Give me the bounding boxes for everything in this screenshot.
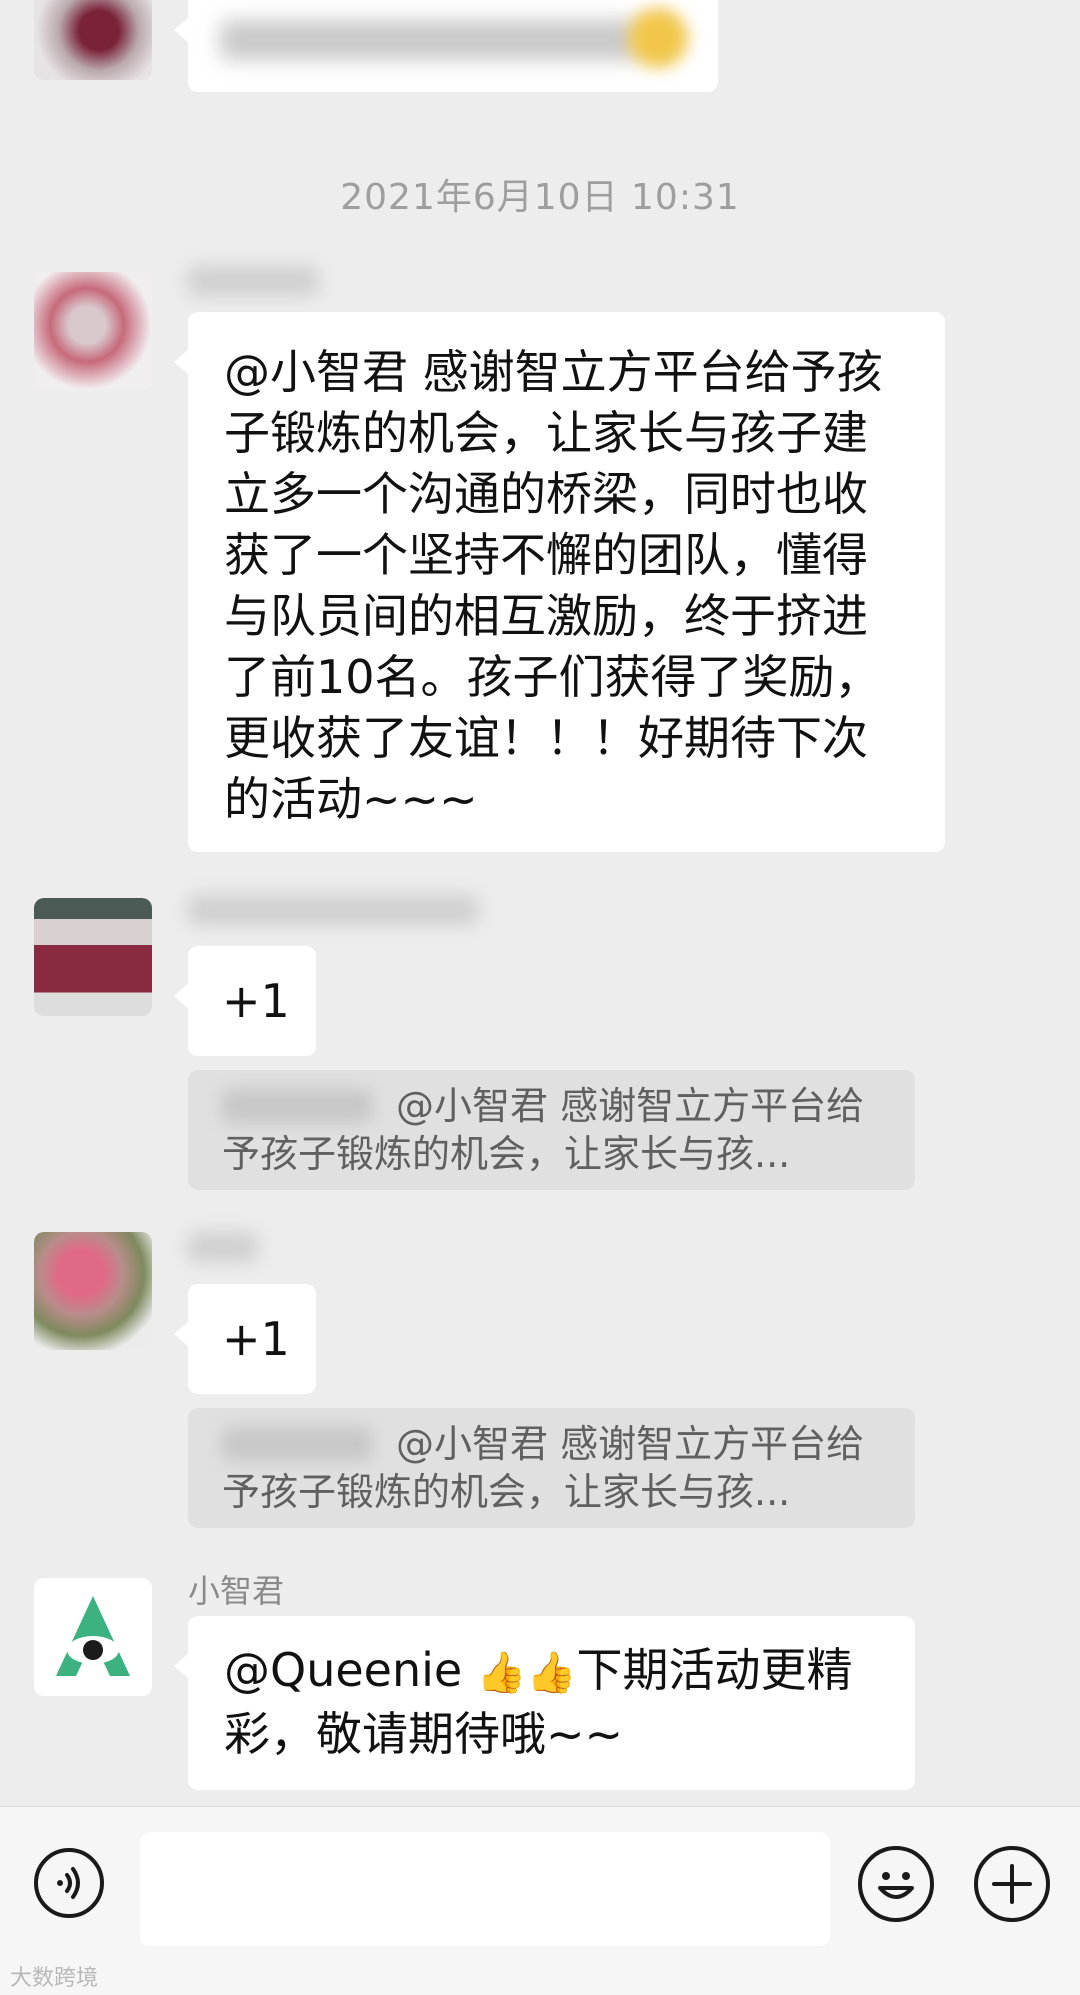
message-text-2: +1: [222, 974, 290, 1028]
quoted-sender-blurred: [222, 1427, 372, 1461]
message-bubble-4[interactable]: @Queenie 👍👍下期活动更精彩，敬请期待哦~~: [174, 1616, 915, 1790]
thumbs-up-icon: 👍👍: [476, 1650, 577, 1696]
message-text-3: +1: [222, 1312, 290, 1366]
avatar-xiaozhijun[interactable]: [34, 1578, 152, 1696]
sender-name-xiaozhijun: 小智君: [188, 1572, 285, 1610]
quoted-sender-blurred: [222, 1089, 372, 1123]
sender-name-blurred: [188, 266, 318, 296]
blurred-message-text: [220, 20, 640, 60]
message-input[interactable]: [140, 1832, 830, 1946]
quoted-reply-3[interactable]: @小智君 感谢智立方平台给予孩子锻炼的机会，让家长与孩...: [188, 1408, 915, 1528]
quoted-reply-2[interactable]: @小智君 感谢智立方平台给予孩子锻炼的机会，让家长与孩...: [188, 1070, 915, 1190]
sender-name-blurred: [188, 895, 478, 925]
blurred-emoji-icon: [628, 8, 688, 68]
avatar-top[interactable]: [34, 0, 152, 80]
message-bubble-1[interactable]: @小智君 感谢智立方平台给予孩子锻炼的机会，让家长与孩子建立多一个沟通的桥梁，同…: [174, 312, 945, 852]
message-text-1: @小智君 感谢智立方平台给予孩子锻炼的机会，让家长与孩子建立多一个沟通的桥梁，同…: [224, 345, 883, 826]
sender-name-blurred: [188, 1232, 258, 1262]
smiley-icon[interactable]: [858, 1846, 934, 1922]
brand-logo-icon: [56, 1596, 130, 1676]
message-bubble-top[interactable]: [174, 0, 718, 92]
message-bubble-3[interactable]: +1: [174, 1284, 316, 1394]
avatar-member-3[interactable]: [34, 1232, 152, 1350]
message-text-4: @Queenie 👍👍下期活动更精彩，敬请期待哦~~: [224, 1640, 885, 1765]
avatar-member-2[interactable]: [34, 898, 152, 1016]
voice-icon[interactable]: [34, 1848, 104, 1918]
mention-queenie: @Queenie: [224, 1643, 477, 1697]
message-bubble-2[interactable]: +1: [174, 946, 316, 1056]
avatar-queenie[interactable]: [34, 272, 152, 390]
plus-icon[interactable]: [974, 1846, 1050, 1922]
watermark: 大数跨境: [10, 1966, 99, 1991]
chat-timestamp: 2021年6月10日 10:31: [340, 177, 740, 218]
